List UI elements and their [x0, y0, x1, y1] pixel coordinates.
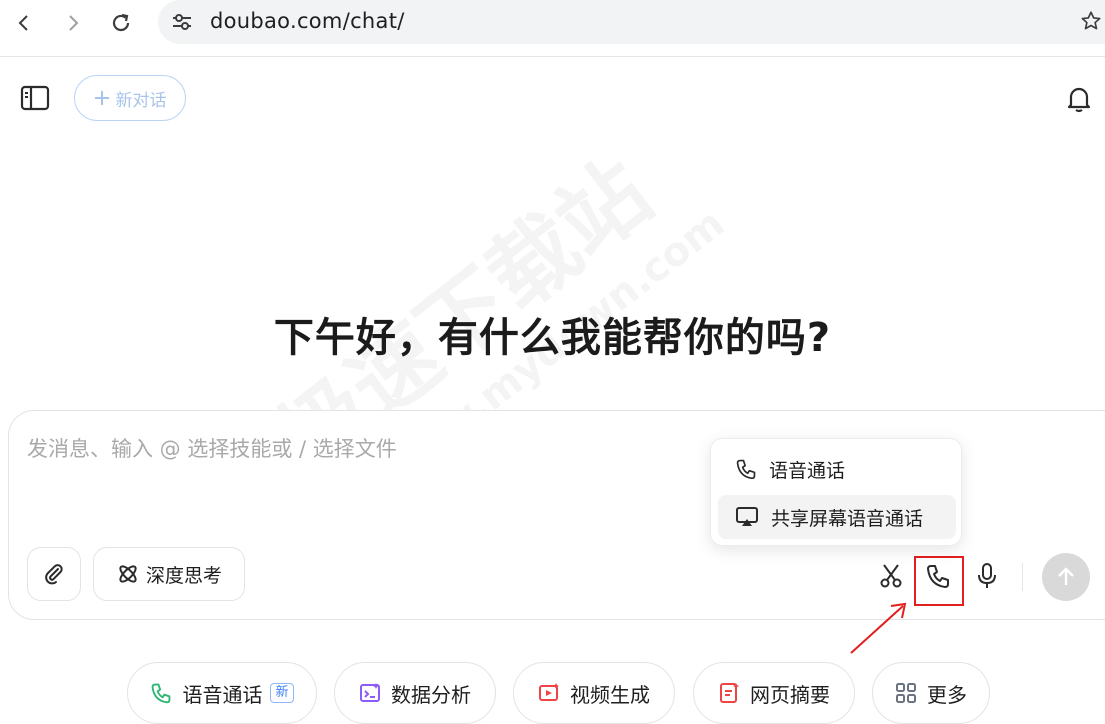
- plus-icon: [94, 91, 109, 105]
- annotation-arrow: [850, 602, 907, 654]
- sidebar-toggle-button[interactable]: [20, 85, 50, 115]
- notification-button[interactable]: [1066, 85, 1092, 117]
- send-button[interactable]: [1042, 553, 1090, 601]
- chip-label: 语音通话: [182, 682, 263, 707]
- forward-arrow-icon: [69, 15, 79, 31]
- atom-icon: [119, 565, 137, 583]
- chip-data-analysis[interactable]: 数据分析: [334, 662, 496, 724]
- more-grid-icon: [896, 683, 916, 703]
- toolbar-divider: [1022, 563, 1023, 591]
- reload-button[interactable]: [108, 10, 134, 36]
- reload-icon: [112, 13, 130, 32]
- chip-label: 数据分析: [391, 682, 471, 707]
- scissors-icon: [880, 564, 902, 588]
- chip-more[interactable]: 更多: [872, 662, 990, 724]
- attach-button[interactable]: [27, 547, 81, 601]
- arrow-up-icon: [1058, 567, 1074, 585]
- screenshot-button[interactable]: [877, 562, 905, 590]
- chip-label: 网页摘要: [750, 682, 830, 707]
- menu-item-screen-share-call[interactable]: 共享屏幕语音通话: [718, 495, 956, 539]
- call-options-menu: 语音通话 共享屏幕语音通话: [710, 438, 962, 546]
- new-chat-button[interactable]: 新对话: [74, 75, 186, 121]
- microphone-icon: [978, 563, 996, 588]
- web-summary-icon: [720, 683, 739, 703]
- menu-item-label: 共享屏幕语音通话: [771, 507, 924, 530]
- bookmark-star-icon[interactable]: [1080, 10, 1102, 36]
- chip-web-summary[interactable]: 网页摘要: [693, 662, 855, 724]
- chip-label: 视频生成: [570, 682, 650, 707]
- address-bar[interactable]: doubao.com/chat/: [158, 0, 1105, 44]
- message-input[interactable]: 发消息、输入 @ 选择技能或 / 选择文件: [27, 433, 397, 463]
- forward-button[interactable]: [60, 10, 86, 36]
- menu-item-label: 语音通话: [769, 459, 846, 482]
- menu-item-voice-call[interactable]: 语音通话: [718, 447, 956, 491]
- deep-think-label: 深度思考: [145, 564, 222, 587]
- phone-icon: [152, 683, 171, 704]
- voice-input-button[interactable]: [973, 562, 1001, 590]
- deep-think-button[interactable]: 深度思考: [93, 547, 245, 601]
- sidebar-icon: [20, 85, 50, 111]
- chip-label: 更多: [927, 682, 967, 707]
- back-arrow-icon: [18, 15, 28, 31]
- url-text[interactable]: doubao.com/chat/: [210, 9, 405, 33]
- data-analysis-icon: [360, 683, 380, 702]
- bell-icon: [1067, 87, 1091, 113]
- paperclip-icon: [45, 564, 63, 585]
- chip-video-generation[interactable]: 视频生成: [513, 662, 675, 724]
- browser-toolbar: doubao.com/chat/: [0, 0, 1105, 57]
- new-badge: 新: [270, 683, 294, 703]
- greeting-heading: 下午好，有什么我能帮你的吗?: [273, 315, 832, 361]
- phone-icon: [736, 459, 756, 480]
- call-button-highlight-box: [914, 556, 964, 606]
- back-button[interactable]: [11, 10, 37, 36]
- new-chat-label: 新对话: [115, 90, 167, 111]
- screen-share-icon: [736, 507, 758, 526]
- video-icon: [539, 683, 559, 701]
- chip-voice-call[interactable]: 语音通话 新: [127, 662, 317, 724]
- site-settings-icon[interactable]: [170, 10, 194, 38]
